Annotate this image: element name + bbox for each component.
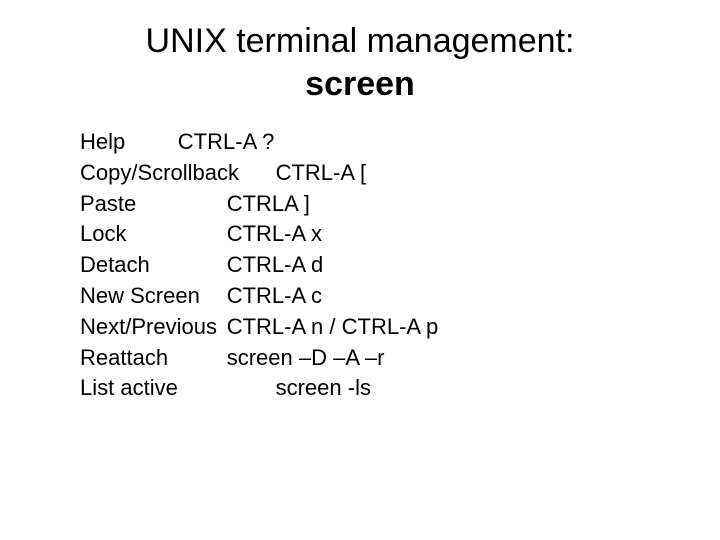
item-key: screen -ls — [276, 375, 371, 400]
item-label: Paste — [80, 191, 136, 216]
list-item: Help CTRL-A ? — [80, 127, 640, 158]
list-item: Next/Previous CTRL-A n / CTRL-A p — [80, 312, 640, 343]
list-item: New Screen CTRL-A c — [80, 281, 640, 312]
item-label: Help — [80, 129, 125, 154]
list-item: Paste CTRLA ] — [80, 189, 640, 220]
list-item: List active screen -ls — [80, 373, 640, 404]
item-label: New Screen — [80, 283, 200, 308]
item-key: CTRL-A d — [227, 252, 324, 277]
title-line2: screen — [305, 65, 415, 103]
item-label: List active — [80, 375, 178, 400]
title-line1: UNIX terminal management: — [146, 22, 575, 60]
item-key: CTRLA ] — [227, 191, 310, 216]
list-item: Lock CTRL-A x — [80, 219, 640, 250]
item-key: CTRL-A ? — [178, 129, 275, 154]
slide-title: UNIX terminal management: screen — [80, 20, 640, 105]
item-label: Next/Previous — [80, 314, 217, 339]
item-label: Lock — [80, 221, 126, 246]
item-label: Reattach — [80, 345, 168, 370]
item-key: CTRL-A [ — [276, 160, 366, 185]
item-key: CTRL-A x — [227, 221, 322, 246]
item-key: CTRL-A c — [227, 283, 322, 308]
item-key: screen –D –A –r — [227, 345, 385, 370]
list-item: Copy/Scrollback CTRL-A [ — [80, 158, 640, 189]
item-key: CTRL-A n / CTRL-A p — [227, 314, 439, 339]
item-label: Copy/Scrollback — [80, 160, 239, 185]
list-item: Detach CTRL-A d — [80, 250, 640, 281]
list-item: Reattach screen –D –A –r — [80, 343, 640, 374]
item-label: Detach — [80, 252, 150, 277]
shortcut-list: Help CTRL-A ? Copy/Scrollback CTRL-A [ P… — [80, 127, 640, 404]
